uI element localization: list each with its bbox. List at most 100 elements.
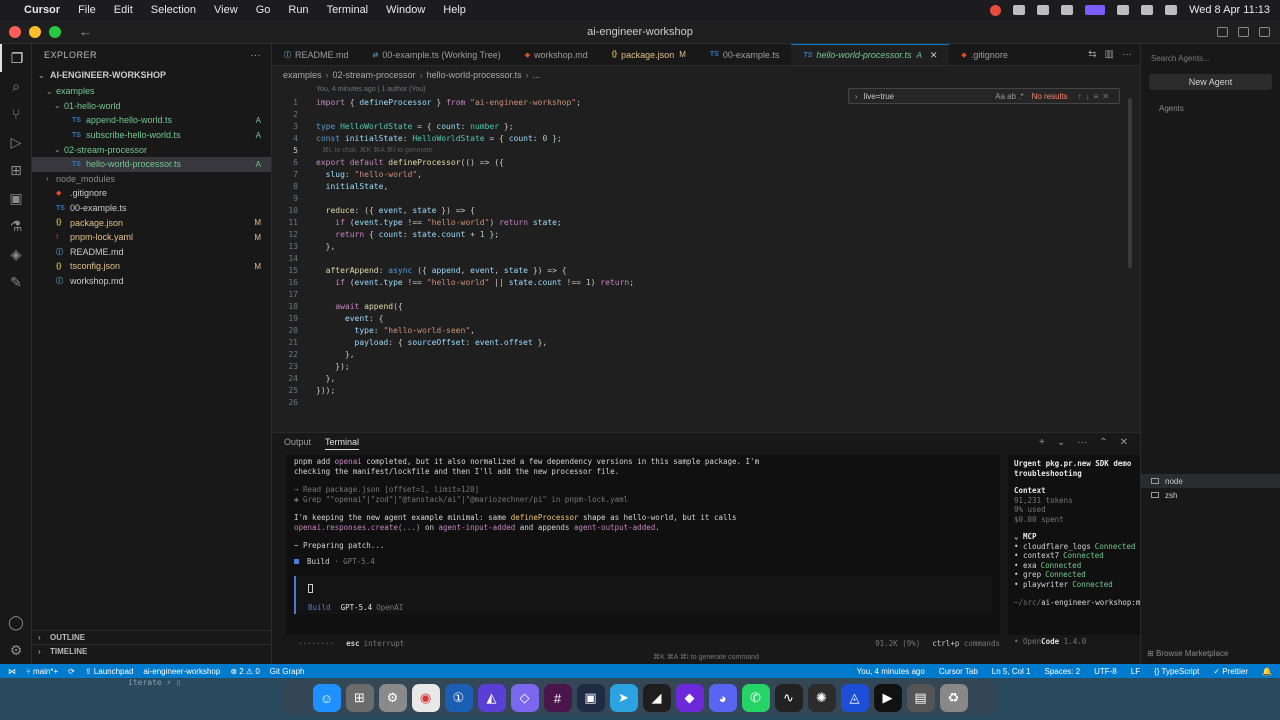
launchpad-icon[interactable]: ⊞ bbox=[345, 684, 374, 712]
menu-app[interactable]: Cursor bbox=[24, 4, 60, 16]
discord-icon[interactable]: ◕ bbox=[708, 684, 737, 712]
system-settings-icon[interactable]: ⚙ bbox=[378, 684, 407, 712]
code-line[interactable]: 23 }); bbox=[272, 360, 349, 372]
zoom-window-button[interactable] bbox=[49, 25, 61, 38]
toggle-panel-icon[interactable] bbox=[1238, 26, 1249, 37]
tree-folder[interactable]: ⌄ 01-hello-world bbox=[32, 99, 271, 114]
compare-icon[interactable]: ⇆ bbox=[1088, 49, 1096, 60]
code-line[interactable]: 20 type: "hello-world-seen", bbox=[272, 324, 475, 336]
editor-tab[interactable]: {} package.json M bbox=[600, 44, 698, 65]
close-tab-icon[interactable]: ✕ bbox=[930, 50, 938, 61]
search-icon[interactable]: ⌕ bbox=[0, 72, 32, 100]
blame-indicator[interactable]: You, 4 minutes ago bbox=[857, 667, 925, 676]
menu-window[interactable]: Window bbox=[386, 4, 425, 16]
search-agents-input[interactable]: Search Agents... bbox=[1149, 54, 1272, 68]
cursor-tab-indicator[interactable]: Cursor Tab bbox=[939, 667, 978, 676]
chevron-right-icon[interactable]: › bbox=[855, 92, 858, 101]
code-line[interactable]: 11 if (event. type !== "hello-world") ret… bbox=[272, 216, 561, 228]
wifi-icon[interactable] bbox=[1117, 5, 1130, 15]
code-line[interactable]: 25})); bbox=[272, 384, 335, 396]
menu-run[interactable]: Run bbox=[288, 4, 308, 16]
explorer-icon[interactable]: ❐ bbox=[0, 44, 32, 72]
settings-gear-icon[interactable]: ⚙ bbox=[0, 636, 32, 664]
tree-folder[interactable]: ⌄ examples bbox=[32, 84, 271, 99]
account-icon[interactable]: ◯ bbox=[0, 608, 32, 636]
terminal-entry-zsh[interactable]: zsh bbox=[1141, 488, 1280, 502]
code-line[interactable]: 13 }, bbox=[272, 240, 335, 252]
terminal-dropdown-icon[interactable]: ⌄ bbox=[1057, 437, 1065, 448]
menu-file[interactable]: File bbox=[78, 4, 96, 16]
chatgpt-icon[interactable]: ✺ bbox=[807, 684, 836, 712]
tree-folder[interactable]: ⌄ 02-stream-processor bbox=[32, 142, 271, 157]
tray-app-icon[interactable] bbox=[1013, 5, 1026, 15]
minimize-window-button[interactable] bbox=[29, 25, 41, 38]
indentation[interactable]: Spaces: 2 bbox=[1045, 667, 1081, 676]
code-line[interactable]: 12 return { count: state. count + 1 }; bbox=[272, 228, 499, 240]
editor-tab[interactable]: ⓘ README.md bbox=[272, 44, 361, 65]
launchpad-button[interactable]: ⇪ Launchpad bbox=[85, 667, 134, 676]
find-nav-icons[interactable]: ↑↓≡✕ bbox=[1078, 92, 1113, 101]
breadcrumb-item[interactable]: 02-stream-processor bbox=[333, 70, 416, 80]
1password-icon[interactable]: ① bbox=[444, 684, 473, 712]
code-line[interactable]: 2 bbox=[272, 108, 316, 120]
code-editor[interactable]: You, 4 minutes ago | 1 author (You) 1 imp… bbox=[272, 84, 1140, 432]
toggle-secondary-sidebar-icon[interactable] bbox=[1259, 26, 1270, 37]
eol[interactable]: LF bbox=[1131, 667, 1140, 676]
git-graph-icon[interactable]: ◈ bbox=[0, 240, 32, 268]
breadcrumb-item[interactable]: examples bbox=[283, 70, 322, 80]
code-line[interactable]: 8 initialState, bbox=[272, 180, 388, 192]
git-graph-button[interactable]: Git Graph bbox=[270, 667, 305, 676]
tab-output[interactable]: Output bbox=[284, 437, 311, 449]
outline-section[interactable]: › OUTLINE bbox=[32, 630, 272, 643]
find-options[interactable]: Aa ab .* bbox=[995, 92, 1023, 101]
encoding[interactable]: UTF-8 bbox=[1094, 667, 1117, 676]
code-line[interactable]: 17 bbox=[272, 288, 316, 300]
editor-tab[interactable]: TS hello-world-processor.ts A ✕ bbox=[791, 44, 950, 65]
chevron-down-icon[interactable]: ⌄ bbox=[1014, 532, 1023, 541]
maximize-panel-icon[interactable]: ⌃ bbox=[1099, 437, 1107, 448]
menu-view[interactable]: View bbox=[214, 4, 238, 16]
tree-file[interactable]: TS hello-world-processor.ts A bbox=[32, 156, 271, 172]
run-debug-icon[interactable]: ▷ bbox=[0, 128, 32, 156]
screen-recorder-icon[interactable]: ▣ bbox=[576, 684, 605, 712]
menu-edit[interactable]: Edit bbox=[114, 4, 133, 16]
tree-file[interactable]: ⓘ README.md bbox=[32, 245, 271, 260]
menu-selection[interactable]: Selection bbox=[151, 4, 196, 16]
search-icon[interactable] bbox=[1141, 5, 1154, 15]
code-line[interactable]: 22 }, bbox=[272, 348, 354, 360]
sync-icon[interactable]: ⟳ bbox=[68, 667, 75, 676]
language-mode[interactable]: {} TypeScript bbox=[1154, 667, 1199, 676]
prettier-status[interactable]: ✓ Prettier bbox=[1213, 667, 1248, 676]
code-line[interactable]: 21 payload: { sourceOffset: event. offset… bbox=[272, 336, 547, 348]
codelens-blame[interactable]: You, 4 minutes ago | 1 author (You) bbox=[316, 86, 426, 93]
close-panel-icon[interactable]: ✕ bbox=[1120, 437, 1128, 448]
tree-file[interactable]: ⓘ workshop.md bbox=[32, 274, 271, 289]
code-line[interactable]: 18 await append({ bbox=[272, 300, 402, 312]
timeline-section[interactable]: › TIMELINE bbox=[32, 644, 272, 657]
code-line[interactable]: 1 import { defineProcessor } from "ai-eng… bbox=[272, 96, 581, 108]
tools-icon[interactable]: ✎ bbox=[0, 268, 32, 296]
tray-app-icon[interactable] bbox=[1061, 5, 1074, 15]
breadcrumb-item[interactable]: hello-world-processor.ts bbox=[427, 70, 522, 80]
code-line[interactable]: 26 bbox=[272, 396, 316, 408]
editor-tab[interactable]: ◆ workshop.md bbox=[513, 44, 600, 65]
extensions-icon[interactable]: ⊞ bbox=[0, 156, 32, 184]
chrome-icon[interactable]: ◉ bbox=[411, 684, 440, 712]
more-actions-icon[interactable]: ··· bbox=[1077, 437, 1087, 448]
cursor-position[interactable]: Ln 5, Col 1 bbox=[992, 667, 1031, 676]
testing-icon[interactable]: ⚗ bbox=[0, 212, 32, 240]
menu-go[interactable]: Go bbox=[256, 4, 271, 16]
obsidian-icon[interactable]: ◆ bbox=[675, 684, 704, 712]
code-line[interactable]: 9 bbox=[272, 192, 316, 204]
activity-monitor-icon[interactable]: ∿ bbox=[774, 684, 803, 712]
tree-file[interactable]: TS 00-example.ts bbox=[32, 201, 271, 216]
problems-indicator[interactable]: ⊗ 2 ⚠ 0 bbox=[230, 667, 259, 676]
control-center-icon[interactable] bbox=[1165, 5, 1178, 15]
terminal-output[interactable]: pnpm add openai completed, but it also n… bbox=[286, 455, 1000, 635]
code-line[interactable]: 5 ⌘L to chat, ⌘K ⌘A ⌘I to generate bbox=[272, 144, 432, 156]
tree-file[interactable]: {} tsconfig.json M bbox=[32, 259, 271, 274]
raycast-icon[interactable]: ◇ bbox=[510, 684, 539, 712]
control-pill-icon[interactable] bbox=[1085, 5, 1106, 15]
more-actions-icon[interactable]: ··· bbox=[251, 50, 262, 60]
source-control-icon[interactable]: ⑂ bbox=[0, 100, 32, 128]
